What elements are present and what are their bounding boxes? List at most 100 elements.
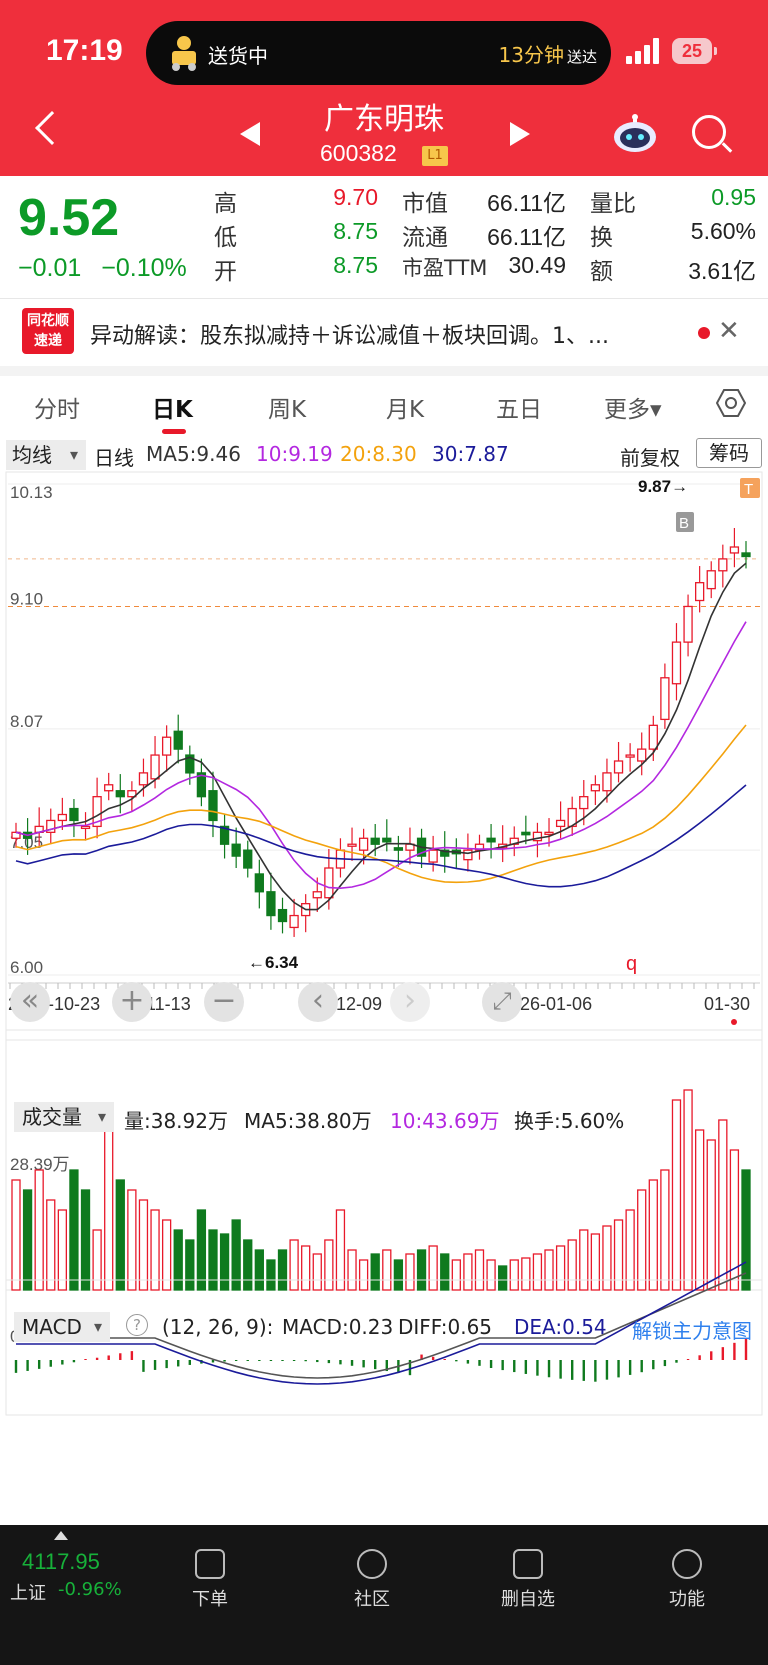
delivery-icon xyxy=(172,36,196,71)
tab-daily-k[interactable]: 日K xyxy=(152,390,193,424)
tab-monthly-k[interactable]: 月K xyxy=(386,390,424,424)
volume-bar xyxy=(138,1199,149,1291)
turnover-label: 换 xyxy=(590,225,613,251)
community-icon xyxy=(357,1549,387,1579)
vol-turnover: 换手:5.60% xyxy=(514,1109,625,1133)
volume-bar xyxy=(625,1209,635,1291)
turnover-value: 5.60% xyxy=(690,218,756,244)
volume-bar xyxy=(127,1189,137,1291)
zoom-in-button[interactable]: + xyxy=(112,982,152,1022)
next-stock-icon[interactable] xyxy=(510,122,530,146)
volume-bar xyxy=(648,1179,658,1291)
volume-bar xyxy=(289,1239,299,1291)
candle xyxy=(671,641,682,685)
period-label: 日线 xyxy=(94,446,134,470)
next-day-button[interactable]: › xyxy=(390,982,430,1022)
nav-order[interactable]: 下单 xyxy=(150,1533,270,1611)
price-change: −0.01 −0.10% xyxy=(18,254,207,283)
menu-icon xyxy=(672,1549,702,1579)
news-banner[interactable]: 同花顺 速递 异动解读：股东拟减持＋诉讼减值＋板块回调。1、... xyxy=(0,298,768,366)
volume-bar xyxy=(567,1239,577,1291)
min-price-label: ←6.34 xyxy=(248,953,299,972)
candle xyxy=(104,784,114,792)
volume-bar xyxy=(22,1189,33,1291)
date-label: 01-30 xyxy=(704,994,750,1014)
settings-icon[interactable] xyxy=(716,388,746,418)
volume-bar xyxy=(301,1245,311,1291)
prev-stock-icon[interactable] xyxy=(240,122,260,146)
volume-bar xyxy=(208,1229,218,1291)
t-marker: T xyxy=(744,481,753,498)
robot-assistant-icon[interactable] xyxy=(612,113,658,153)
volume-bar xyxy=(185,1239,195,1291)
candle xyxy=(277,908,288,923)
candle xyxy=(486,837,496,843)
volume-bar xyxy=(544,1249,554,1291)
nav-functions[interactable]: 功能 xyxy=(627,1533,747,1611)
expand-icon[interactable] xyxy=(54,1531,68,1540)
volume-bar xyxy=(706,1139,716,1291)
help-icon[interactable]: ? xyxy=(126,1314,148,1336)
low-value: 8.75 xyxy=(333,218,378,244)
zoom-minus-button[interactable]: − xyxy=(204,982,244,1022)
tab-weekly-k[interactable]: 周K xyxy=(268,390,306,424)
volume-bar xyxy=(532,1253,543,1291)
candle xyxy=(208,790,218,822)
candle xyxy=(289,914,299,929)
adjust-label[interactable]: 前复权 xyxy=(620,442,680,471)
pe-value: 30.49 xyxy=(508,252,566,278)
volume-bar xyxy=(555,1245,566,1291)
nav-community[interactable]: 社区 xyxy=(312,1533,432,1611)
dynamic-island[interactable]: 送货中 13分钟 送达 xyxy=(146,21,611,85)
fullscreen-button[interactable]: ⤢ xyxy=(482,982,522,1022)
y-axis-label: 8.07 xyxy=(10,712,43,731)
change-percent: −0.10% xyxy=(101,254,187,282)
header: 17:19 送货中 13分钟 送达 25 广东明珠 600382 L1 xyxy=(0,0,768,176)
volume-bar xyxy=(474,1249,485,1291)
volume-bar xyxy=(637,1189,647,1291)
candle xyxy=(324,867,334,899)
chips-button[interactable]: 筹码 xyxy=(696,438,762,468)
candle xyxy=(231,843,241,857)
candle xyxy=(80,825,91,830)
macd-params: (12, 26, 9): xyxy=(162,1315,274,1339)
candle xyxy=(463,849,473,861)
volume-bar xyxy=(196,1209,207,1291)
candle xyxy=(648,724,658,750)
tab-five-day[interactable]: 五日 xyxy=(496,390,542,424)
volume-bar xyxy=(358,1259,369,1291)
close-icon[interactable]: ✕ xyxy=(718,316,740,346)
status-time: 17:19 xyxy=(46,34,123,67)
volume-bar xyxy=(486,1259,496,1291)
candle xyxy=(602,772,612,792)
news-text[interactable]: 异动解读：股东拟减持＋诉讼减值＋板块回调。1、... xyxy=(90,318,609,350)
volume-bar xyxy=(393,1259,404,1291)
floatcap-label: 流通 xyxy=(402,225,448,251)
volume-bar xyxy=(463,1253,473,1291)
current-price: 9.52 xyxy=(18,189,120,247)
nav-order-label: 下单 xyxy=(192,1589,228,1610)
volratio-value: 0.95 xyxy=(711,184,756,210)
candle xyxy=(613,760,624,774)
mktcap-value: 66.11亿 xyxy=(487,190,566,216)
zoom-out-button[interactable]: « xyxy=(10,982,50,1022)
date-label: 11-13 xyxy=(146,994,191,1014)
volume-bar xyxy=(254,1249,264,1291)
stock-name: 广东明珠 xyxy=(324,102,444,137)
tab-fenshi[interactable]: 分时 xyxy=(34,390,80,424)
low-label: 低 xyxy=(214,225,237,251)
prev-day-button[interactable]: ‹ xyxy=(298,982,338,1022)
volume-bar xyxy=(509,1259,519,1291)
back-icon[interactable] xyxy=(35,111,69,145)
volume-bar xyxy=(324,1239,334,1291)
nav-remove-watchlist[interactable]: 删自选 xyxy=(468,1533,588,1611)
ma5-line xyxy=(15,562,747,911)
index-value[interactable]: 4117.95 xyxy=(22,1549,100,1575)
candle xyxy=(590,784,601,792)
tab-more[interactable]: 更多▾ xyxy=(604,390,662,424)
mktcap-label: 市值 xyxy=(402,191,448,217)
volume-bar xyxy=(277,1249,288,1291)
volume-bar xyxy=(266,1259,276,1291)
unlock-link[interactable]: 解锁主力意图 xyxy=(632,1315,752,1344)
search-icon[interactable] xyxy=(692,115,726,149)
